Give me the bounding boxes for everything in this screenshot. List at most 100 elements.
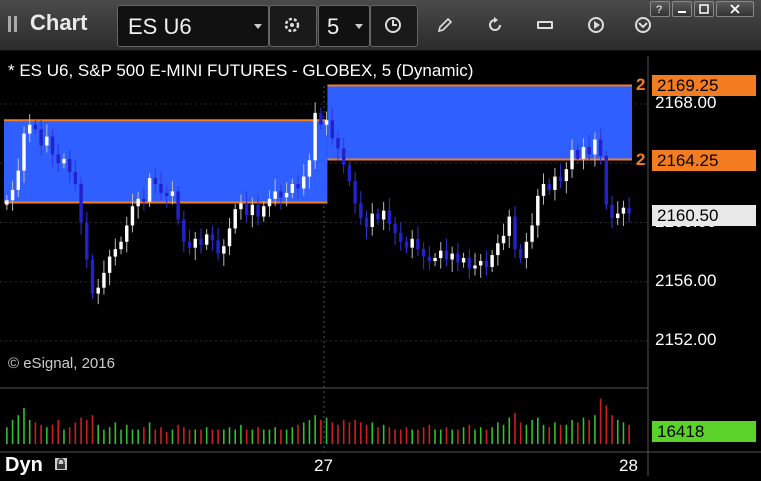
volume-bar <box>354 420 356 444</box>
candle-body <box>159 183 163 193</box>
volume-bar <box>257 427 259 444</box>
volume-bar <box>6 427 8 444</box>
volume-bar <box>537 417 539 444</box>
drag-grip-icon[interactable] <box>6 14 22 34</box>
volume-bar <box>365 424 368 444</box>
candle-body <box>467 258 472 269</box>
minimize-button[interactable] <box>672 1 692 17</box>
candle-body <box>27 124 32 134</box>
candle-body <box>284 192 289 198</box>
volume-bar <box>280 429 282 444</box>
candle-body <box>102 272 106 288</box>
last-price-tag[interactable]: 2160.50 <box>652 205 756 227</box>
restore-icon <box>699 4 709 14</box>
volume-bar <box>628 424 630 444</box>
volume-bar <box>399 429 402 444</box>
restore-button[interactable] <box>694 1 714 17</box>
volume-bar <box>525 424 528 444</box>
play-icon[interactable] <box>587 16 605 34</box>
volume-bar <box>388 427 391 444</box>
candle-body <box>62 158 66 164</box>
link-button[interactable] <box>269 5 317 47</box>
volume-bar <box>34 422 37 444</box>
zone-price-tag[interactable]: 2169.25 <box>652 75 756 97</box>
candle-body <box>501 235 506 244</box>
volume-bar <box>160 427 162 444</box>
volume-bar <box>325 417 328 444</box>
candle-body <box>227 228 232 247</box>
app-title: Chart <box>30 10 88 35</box>
candle-body <box>427 256 432 262</box>
price-tick-label: 2152.00 <box>655 330 717 349</box>
candle-body <box>530 225 534 242</box>
volume-bar <box>131 429 134 444</box>
volume-bar <box>177 424 179 444</box>
volume-bar <box>17 415 20 444</box>
volume-bar <box>143 427 145 444</box>
refresh-icon[interactable] <box>486 16 504 34</box>
volume-bar <box>474 429 476 444</box>
copyright-label: © eSignal, 2016 <box>8 355 115 372</box>
candle-body <box>336 138 340 149</box>
volume-bar <box>377 427 379 444</box>
link-gear-icon <box>284 17 300 33</box>
close-button[interactable] <box>716 1 754 17</box>
candle-body <box>56 154 60 164</box>
volume-bar <box>314 415 316 444</box>
interval-value: 5 <box>327 14 340 39</box>
chevron-down-circle-icon[interactable] <box>634 16 652 34</box>
volume-bar <box>188 429 191 444</box>
volume-bar <box>262 429 265 444</box>
volume-bar <box>479 427 482 444</box>
zone-count-badge: 2 <box>636 149 646 169</box>
candle-body <box>604 155 609 205</box>
candle-body <box>233 209 237 229</box>
volume-bar <box>502 424 505 444</box>
interval-selector[interactable]: 5 <box>318 5 370 47</box>
question-icon: ? <box>656 4 662 16</box>
candle-body <box>576 149 580 159</box>
volume-bar <box>342 420 345 444</box>
zone-price-tag[interactable]: 2164.25 <box>652 149 756 171</box>
zone-count-badge: 2 <box>636 75 646 95</box>
volume-bar <box>57 420 60 444</box>
candle-body <box>5 200 9 205</box>
get-data-icon[interactable] <box>536 16 554 34</box>
symbol-selector[interactable]: ES U6 <box>117 5 269 47</box>
volume-bar <box>68 427 71 444</box>
candle-body <box>204 234 209 245</box>
volume-bar <box>85 420 88 444</box>
candle-body <box>193 238 197 248</box>
volume-bar <box>548 427 551 444</box>
volume-bar <box>194 429 197 444</box>
candle-body <box>319 112 323 125</box>
candle-body <box>456 253 460 263</box>
volume-tag[interactable]: 16418 <box>652 421 756 442</box>
volume-bar <box>137 429 139 444</box>
price-chart[interactable] <box>0 56 761 481</box>
minimize-icon <box>678 11 686 13</box>
candle-body <box>324 120 329 125</box>
candle-body <box>627 207 631 214</box>
volume-bar <box>200 429 202 444</box>
candle-body <box>50 136 55 155</box>
candle-body <box>216 240 220 254</box>
volume-bar <box>457 429 459 444</box>
candle-body <box>587 146 591 155</box>
volume-bar <box>154 429 157 444</box>
candle-body <box>210 234 215 241</box>
candle-body <box>296 183 300 189</box>
candle-body <box>256 204 260 217</box>
lock-icon[interactable] <box>54 457 68 471</box>
help-button[interactable]: ? <box>650 1 670 17</box>
volume-bar <box>245 429 248 444</box>
pencil-icon[interactable] <box>436 16 454 34</box>
volume-bar <box>519 422 522 444</box>
volume-bar <box>23 408 25 444</box>
candle-body <box>307 160 312 177</box>
volume-bar <box>348 422 351 444</box>
candle-body <box>267 198 272 207</box>
volume-bar <box>228 427 231 444</box>
time-frame-button[interactable] <box>370 5 418 47</box>
candle-body <box>96 287 100 294</box>
